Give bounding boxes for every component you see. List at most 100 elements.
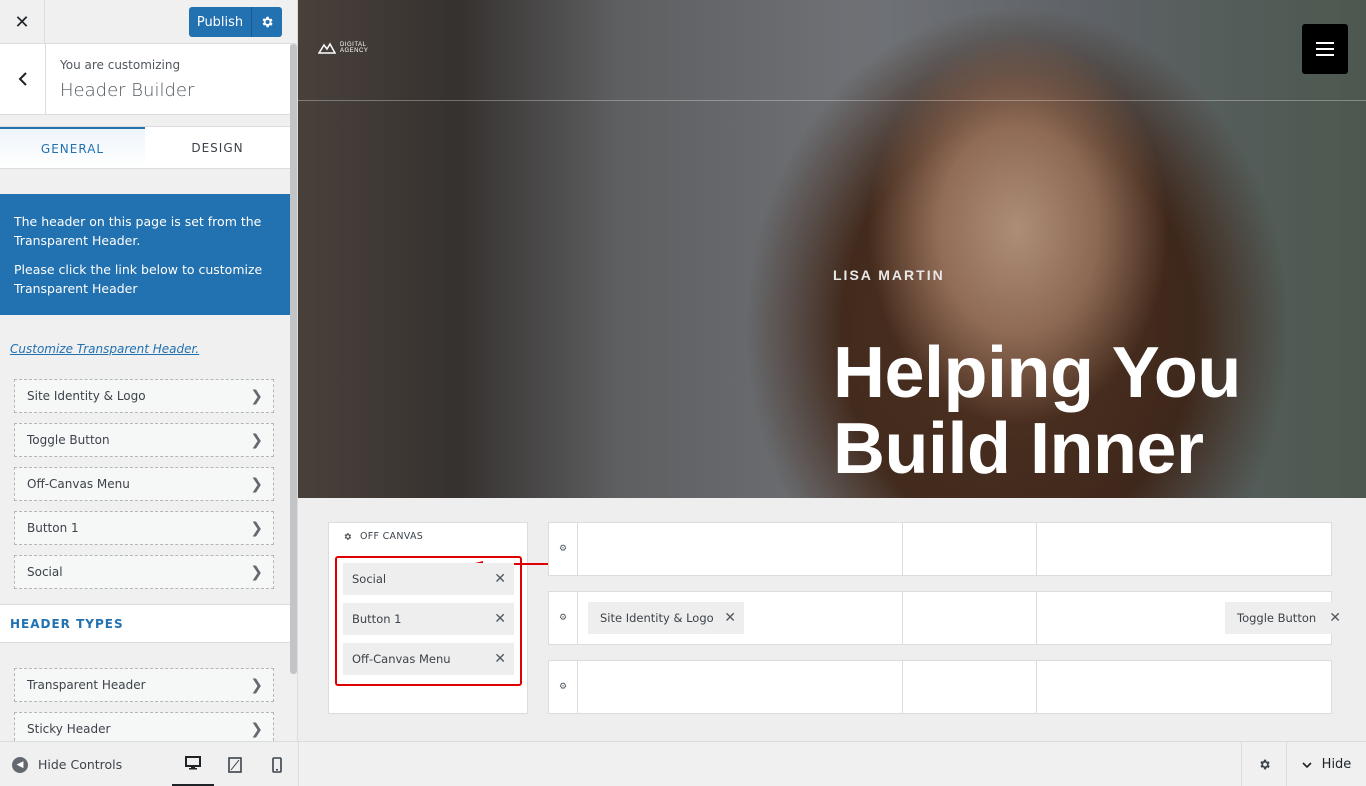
item-label: Social — [352, 572, 387, 586]
mobile-icon — [272, 756, 282, 773]
off-canvas-item-button-1[interactable]: Button 1 ✕ — [343, 603, 514, 635]
hide-label: Hide — [1321, 757, 1352, 772]
back-button[interactable] — [0, 44, 46, 114]
off-canvas-label: OFF CANVAS — [360, 531, 424, 542]
header-types-list: Transparent Header ❯ Sticky Header ❯ — [14, 668, 274, 741]
remove-icon[interactable]: ✕ — [724, 610, 736, 626]
item-label: Toggle Button — [1237, 611, 1317, 625]
gear-icon — [344, 533, 352, 540]
publish-button[interactable]: Publish — [189, 7, 251, 37]
component-label: Toggle Button — [27, 433, 110, 447]
off-canvas-item-menu[interactable]: Off-Canvas Menu ✕ — [343, 643, 514, 675]
publish-settings-button[interactable] — [251, 7, 282, 37]
off-canvas-header[interactable]: OFF CANVAS — [343, 531, 423, 542]
close-customizer-button[interactable]: ✕ — [0, 0, 45, 44]
mountain-logo-icon — [318, 42, 336, 54]
desktop-icon — [185, 756, 201, 770]
header-row-top: ⚙ — [548, 522, 1332, 576]
gear-icon: ⚙ — [558, 682, 568, 692]
row-item-toggle-button[interactable]: Toggle Button ✕ — [1225, 602, 1349, 634]
customizer-sidebar: ✕ Publish You are customizing Header Bui… — [0, 0, 298, 741]
menu-bar — [1316, 48, 1334, 50]
header-types-title: HEADER TYPES — [0, 604, 290, 643]
hamburger-menu-button[interactable] — [1302, 24, 1348, 74]
customizing-label: You are customizing — [60, 58, 181, 72]
tab-general[interactable]: GENERAL — [0, 127, 145, 168]
notice-line-1: The header on this page is set from the … — [14, 214, 262, 248]
notice-line-2: Please click the link below to customize… — [14, 262, 263, 296]
logo-text: DIGITAL AGENCY — [340, 42, 368, 54]
gear-icon — [262, 16, 273, 28]
menu-bar — [1316, 54, 1334, 56]
off-canvas-items: Social ✕ Button 1 ✕ Off-Canvas Menu ✕ — [335, 556, 522, 686]
hero-heading: Helping You Build Inner — [833, 333, 1241, 489]
component-site-identity[interactable]: Site Identity & Logo ❯ — [14, 379, 274, 413]
hide-controls-button[interactable]: ◀ Hide Controls — [12, 742, 122, 786]
chevron-right-icon: ❯ — [250, 431, 263, 449]
preview-desktop-button[interactable] — [172, 742, 214, 786]
footer-divider — [298, 742, 299, 786]
close-icon: ✕ — [14, 11, 30, 33]
header-row-bottom: ⚙ — [548, 660, 1332, 714]
row-settings-button[interactable]: ⚙ — [549, 661, 578, 713]
remove-icon[interactable]: ✕ — [1329, 610, 1341, 626]
panel-title: Header Builder — [60, 80, 195, 101]
collapse-left-icon: ◀ — [12, 756, 28, 773]
remove-icon[interactable]: ✕ — [494, 571, 506, 587]
header-divider — [298, 100, 1366, 101]
panel-tabs: GENERAL DESIGN — [0, 126, 290, 169]
component-social[interactable]: Social ❯ — [14, 555, 274, 589]
hide-builder-button[interactable]: Hide — [1286, 742, 1366, 786]
tablet-icon — [228, 756, 242, 773]
transparent-header-notice: The header on this page is set from the … — [0, 194, 290, 315]
site-logo[interactable]: DIGITAL AGENCY — [318, 42, 368, 54]
component-label: Social — [27, 565, 63, 579]
site-preview-hero: DIGITAL AGENCY LISA MARTIN Helping You B… — [298, 0, 1366, 498]
row-settings-button[interactable]: ⚙ — [549, 592, 578, 644]
tab-design[interactable]: DESIGN — [145, 127, 290, 168]
builder-settings-button[interactable] — [1241, 742, 1286, 786]
preview-mobile-button[interactable] — [256, 742, 298, 786]
preview-tablet-button[interactable] — [214, 742, 256, 786]
row-item-site-identity[interactable]: Site Identity & Logo ✕ — [588, 602, 744, 634]
off-canvas-item-social[interactable]: Social ✕ — [343, 563, 514, 595]
gear-icon: ⚙ — [558, 544, 568, 554]
chevron-right-icon: ❯ — [250, 475, 263, 493]
remove-icon[interactable]: ✕ — [494, 651, 506, 667]
row-settings-button[interactable]: ⚙ — [549, 523, 578, 575]
customizing-header: You are customizing Header Builder — [0, 44, 290, 115]
chevron-left-icon — [18, 72, 27, 86]
item-label: Button 1 — [352, 612, 402, 626]
component-label: Off-Canvas Menu — [27, 477, 130, 491]
remove-icon[interactable]: ✕ — [494, 611, 506, 627]
component-off-canvas-menu[interactable]: Off-Canvas Menu ❯ — [14, 467, 274, 501]
header-type-label: Sticky Header — [27, 722, 111, 736]
chevron-right-icon: ❯ — [250, 720, 263, 738]
component-button-1[interactable]: Button 1 ❯ — [14, 511, 274, 545]
gear-icon: ⚙ — [558, 613, 568, 623]
chevron-right-icon: ❯ — [250, 563, 263, 581]
header-type-transparent[interactable]: Transparent Header ❯ — [14, 668, 274, 702]
column-divider — [1036, 592, 1037, 644]
header-type-label: Transparent Header — [27, 678, 146, 692]
header-builder-area: OFF CANVAS Social ✕ Button 1 ✕ Off-Canvas … — [298, 498, 1366, 741]
chevron-down-icon — [1302, 761, 1312, 768]
item-label: Off-Canvas Menu — [352, 652, 451, 666]
column-divider — [902, 523, 903, 575]
header-type-sticky[interactable]: Sticky Header ❯ — [14, 712, 274, 741]
component-toggle-button[interactable]: Toggle Button ❯ — [14, 423, 274, 457]
column-divider — [1036, 523, 1037, 575]
customize-transparent-header-link[interactable]: Customize Transparent Header. — [10, 342, 297, 356]
component-list: Site Identity & Logo ❯ Toggle Button ❯ Off… — [14, 379, 274, 589]
header-row-main: ⚙ Site Identity & Logo ✕ Toggle Button ✕ — [548, 591, 1349, 645]
hero-name: LISA MARTIN — [833, 267, 945, 283]
publish-group: Publish — [189, 7, 282, 37]
sidebar-scrollbar[interactable] — [290, 44, 297, 674]
customizer-topbar: ✕ Publish — [0, 0, 297, 44]
column-divider — [902, 592, 903, 644]
customizer-footer: ◀ Hide Controls Hide — [0, 741, 1366, 786]
logo-line-2: AGENCY — [340, 48, 369, 54]
component-label: Button 1 — [27, 521, 79, 535]
chevron-right-icon: ❯ — [250, 387, 263, 405]
gear-icon — [1259, 759, 1270, 770]
